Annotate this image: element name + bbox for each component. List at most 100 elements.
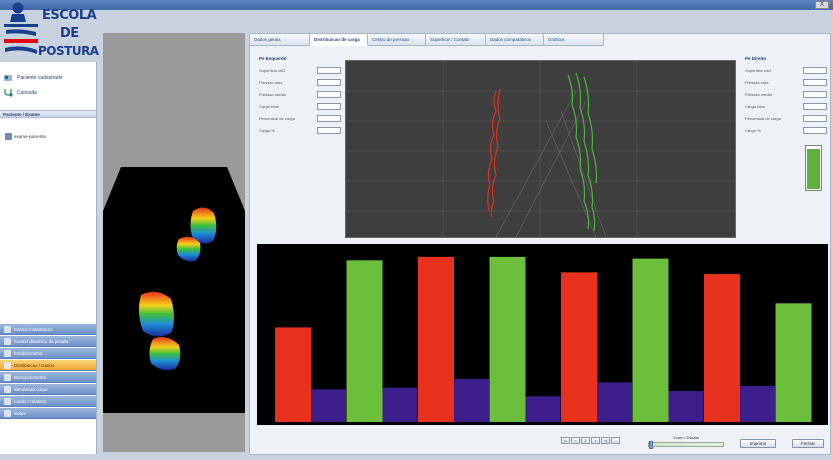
left-field-row: Carga % [259,124,341,136]
right-field-row: Superficie cm2 [745,64,827,76]
exam-icon [5,133,12,140]
load-gauge-fill [807,148,820,189]
right-field-row: Carga total [745,100,827,112]
field-value [317,66,341,74]
cop-diagonals [495,90,607,238]
base-bar [740,385,775,422]
window-titlebar: X [0,0,833,10]
zoom-control: Zoom / Escala [648,435,724,449]
field-label: Percentual de carga [259,115,295,121]
logo-text-postura: POSTURA [38,44,99,58]
tab-2[interactable]: Centro de pressao [368,34,426,46]
load-gauge [805,145,822,191]
pager-more-button[interactable]: ... [611,437,620,444]
base-bar [525,396,561,422]
right-field-row: Pressao media [745,88,827,100]
field-label: Percentual de carga [745,115,781,121]
right-group-title: Pe Direito [745,56,767,61]
pager-page-button[interactable]: 1 [581,437,590,444]
sidebar-section-title: Paciente / Exame [0,110,96,118]
field-value [317,102,341,110]
stethoscope-icon [4,89,13,97]
zoom-slider-handle[interactable] [649,441,653,449]
field-value [803,126,827,134]
load-bar [489,256,526,422]
load-bar [275,327,311,422]
pager-next-button[interactable]: > [591,437,600,444]
foot-blob-right-front [190,207,217,244]
field-value [317,78,341,86]
nav-item-1[interactable]: Exame dinamico da pisada [0,336,96,347]
logo-mark-icon [4,2,38,54]
tab-4[interactable]: Dados comparativos [486,34,544,46]
pager-last-button[interactable]: >| [601,437,610,444]
tab-1[interactable]: Distribuicao de carga [310,34,368,46]
field-label: Pressao media [745,91,772,97]
cop-trace-left [487,88,501,218]
sidebar-link-patient[interactable]: Paciente cadastrado [3,72,63,84]
right-field-row: Pressao max. [745,76,827,88]
sidebar-exam-item[interactable]: exame-paciente [14,134,46,139]
left-field-row: Percentual de carga [259,112,341,124]
logo-text-de: DE [60,26,79,41]
center-of-pressure-plot [345,60,736,238]
load-distribution-chart [257,244,828,425]
load-bar [561,272,597,422]
load-bar [346,260,383,422]
sidebar-nav: Exame instantaneo Exame dinamico da pisa… [0,324,96,420]
3d-foot-pressure-render [103,167,245,413]
sidebar-link-label: Paciente cadastrado [17,75,63,81]
pager-prev-button[interactable]: < [571,437,580,444]
bar-chart-svg [275,256,812,422]
analysis-panel: Dados gerais Distribuicao de carga Centr… [249,33,831,455]
right-field-row: Carga % [745,124,827,136]
load-bar [418,256,454,422]
base-bar [311,389,346,422]
field-label: Carga % [745,127,761,133]
sidebar-link-label: Consulta [17,90,37,96]
right-foot-fields: Pe Direito Superficie cm2 Pressao max. P… [745,56,827,136]
base-bar [668,391,704,422]
zoom-slider[interactable] [648,441,724,449]
left-foot-fields: Pe Esquerdo Superficie cm2 Pressao max. … [259,56,341,136]
pager: |< < 1 > >| ... [561,437,620,444]
foot-blob-left-front [138,291,174,337]
field-label: Superficie cm2 [259,67,286,73]
nav-item-0[interactable]: Exame instantaneo [0,324,96,335]
right-field-row: Percentual de carga [745,112,827,124]
nav-item-3[interactable]: Distribuicao / Dados [0,360,96,371]
nav-item-4[interactable]: Baropodometria [0,372,96,383]
field-value [317,114,341,122]
zoom-label: Zoom / Escala [673,435,699,440]
window-close-button[interactable]: X [815,1,829,9]
field-value [803,66,827,74]
nav-item-5[interactable]: Simulacao corpo [0,384,96,395]
nav-item-6[interactable]: Laudo / relatorio [0,396,96,407]
field-label: Pressao max. [259,79,284,85]
sidebar-link-consulta[interactable]: Consulta [3,87,37,99]
left-field-row: Superficie cm2 [259,64,341,76]
field-label: Pressao max. [745,79,770,85]
print-button[interactable]: Imprimir [740,439,776,448]
field-value [803,114,827,122]
field-value [803,90,827,98]
load-bar [775,303,812,422]
pager-first-button[interactable]: |< [561,437,570,444]
field-label: Carga total [259,103,279,109]
field-value [317,90,341,98]
field-label: Pressao media [259,91,286,97]
nav-item-7[interactable]: Sobre [0,408,96,419]
field-label: Superficie cm2 [745,67,772,73]
nav-item-2[interactable]: Estabilometria [0,348,96,359]
base-bar [597,382,632,422]
escola-de-postura-logo: ESCOLA DE POSTURA [2,2,102,60]
analysis-tabs: Dados gerais Distribuicao de carga Centr… [250,34,830,46]
tab-0[interactable]: Dados gerais [250,34,310,46]
left-field-row: Pressao media [259,88,341,100]
tab-5[interactable]: Graficos [544,34,604,46]
tab-3[interactable]: Superficie / Contato [426,34,486,46]
cop-trace-svg [346,61,735,238]
patient-icon [4,75,12,81]
3d-foot-viewer[interactable] [103,33,245,452]
close-button[interactable]: Fechar [792,439,824,448]
